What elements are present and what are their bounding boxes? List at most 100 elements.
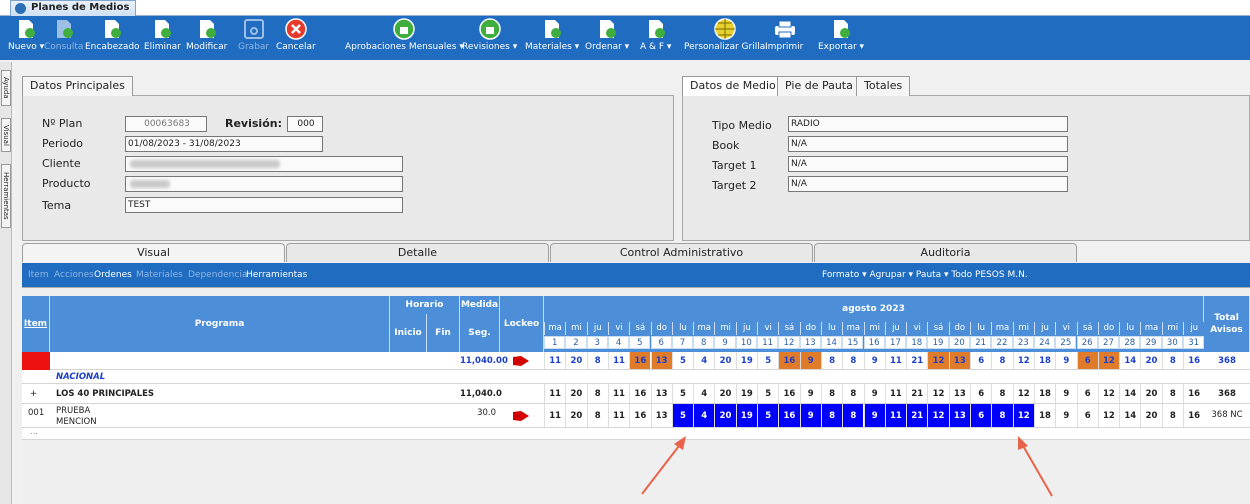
tab-visual[interactable]: Visual bbox=[22, 243, 285, 262]
grid-menu-ordenes[interactable]: Ordenes bbox=[94, 270, 132, 280]
item-row-day-10[interactable]: 19 bbox=[735, 404, 757, 427]
total-row-day-12: 16 bbox=[778, 352, 800, 369]
tab-auditoria[interactable]: Auditoria bbox=[814, 243, 1077, 262]
tipo-medio-field[interactable]: RADIO bbox=[788, 116, 1068, 132]
revisiones-label: Revisiones ▾ bbox=[462, 42, 518, 52]
weekday-5: sá bbox=[629, 322, 650, 335]
item-row-day-14[interactable]: 8 bbox=[820, 404, 843, 427]
header-fin: Fin bbox=[427, 314, 460, 352]
item-row-day-11[interactable]: 5 bbox=[757, 404, 779, 427]
cliente-field[interactable] bbox=[125, 156, 403, 172]
new-doc-icon bbox=[15, 18, 37, 42]
window-tab[interactable]: Planes de Medios bbox=[10, 0, 137, 16]
new-row-ellipsis[interactable]: ... bbox=[30, 425, 38, 439]
item-row-day-7[interactable]: 5 bbox=[671, 404, 694, 427]
item-row-day-2[interactable]: 20 bbox=[565, 404, 586, 427]
item-row-day-13[interactable]: 9 bbox=[799, 404, 821, 427]
day-26: 26 bbox=[1076, 336, 1098, 349]
lock-flag-icon[interactable] bbox=[512, 410, 529, 421]
item-row-day-18[interactable]: 21 bbox=[906, 404, 928, 427]
book-field[interactable]: N/A bbox=[788, 136, 1068, 152]
item-row-day-16[interactable]: 9 bbox=[863, 404, 885, 427]
item-row-day-24[interactable]: 18 bbox=[1033, 404, 1055, 427]
modificar-button[interactable]: Modificar bbox=[186, 18, 227, 58]
group-row-day-1: 11 bbox=[544, 384, 565, 403]
cancel-icon bbox=[285, 18, 307, 42]
item-row-day-12[interactable]: 16 bbox=[778, 404, 800, 427]
exportar-button[interactable]: Exportar ▾ bbox=[818, 18, 864, 58]
nuevo-button[interactable]: Nuevo ▾ bbox=[8, 18, 44, 58]
ordenar-button[interactable]: Ordenar ▾ bbox=[585, 18, 629, 58]
encabezado-button[interactable]: Encabezado bbox=[85, 18, 140, 58]
periodo-label: Periodo bbox=[42, 137, 84, 150]
tab-detalle[interactable]: Detalle bbox=[286, 243, 549, 262]
item-row-day-29[interactable]: 20 bbox=[1140, 404, 1161, 427]
item-row-day-27[interactable]: 12 bbox=[1097, 404, 1119, 427]
tab-datos-medio[interactable]: Datos de Medio bbox=[682, 76, 784, 96]
tab-pie-pauta[interactable]: Pie de Pauta bbox=[777, 76, 861, 96]
tab-datos-principales[interactable]: Datos Principales bbox=[22, 76, 133, 96]
grid-menu-herramientas[interactable]: Herramientas bbox=[246, 270, 307, 280]
item-row-day-9[interactable]: 20 bbox=[714, 404, 736, 427]
header-item[interactable]: Item bbox=[22, 296, 50, 352]
eliminar-button[interactable]: Eliminar bbox=[144, 18, 181, 58]
grid-options-menu[interactable]: Formato ▾ Agrupar ▾ Pauta ▾ Todo PESOS M… bbox=[822, 270, 1028, 280]
item-row-day-21[interactable]: 6 bbox=[970, 404, 992, 427]
item-row-day-19[interactable]: 12 bbox=[927, 404, 949, 427]
tab-totales[interactable]: Totales bbox=[856, 76, 911, 96]
item-row-day-5[interactable]: 16 bbox=[629, 404, 650, 427]
item-row-day-1[interactable]: 11 bbox=[544, 404, 565, 427]
header-programa[interactable]: Programa bbox=[50, 296, 390, 352]
order-icon bbox=[596, 18, 618, 42]
total-row-day-20: 13 bbox=[948, 352, 970, 369]
group-row-day-9: 20 bbox=[714, 384, 735, 403]
consulta-button: Consulta bbox=[44, 18, 83, 58]
day-21: 21 bbox=[970, 336, 992, 349]
total-row-day-19: 12 bbox=[927, 352, 949, 369]
weekday-24: ju bbox=[1033, 322, 1055, 335]
item-row-day-20[interactable]: 13 bbox=[948, 404, 970, 427]
producto-label: Producto bbox=[42, 177, 91, 190]
aprobaciones-button[interactable]: Aprobaciones Mensuales ▾ bbox=[345, 18, 464, 58]
item-row-day-28[interactable]: 14 bbox=[1119, 404, 1140, 427]
personalizar-button[interactable]: Personalizar Grilla bbox=[684, 18, 765, 58]
item-row-day-23[interactable]: 12 bbox=[1012, 404, 1034, 427]
revision-field[interactable]: 000 bbox=[287, 116, 323, 132]
total-row-total: 368 bbox=[1218, 356, 1236, 366]
total-row-day-6: 13 bbox=[650, 352, 672, 369]
ayf-button[interactable]: A & F ▾ bbox=[640, 18, 671, 58]
side-tab-ayuda[interactable]: Ayuda bbox=[1, 70, 11, 106]
day-3: 3 bbox=[586, 336, 608, 349]
cancelar-button[interactable]: Cancelar bbox=[276, 18, 316, 58]
day-2: 2 bbox=[565, 336, 587, 349]
item-row-day-4[interactable]: 11 bbox=[607, 404, 629, 427]
item-row-day-17[interactable]: 11 bbox=[884, 404, 907, 427]
materiales-button[interactable]: Materiales ▾ bbox=[525, 18, 579, 58]
producto-field[interactable] bbox=[125, 176, 403, 192]
item-row-day-6[interactable]: 13 bbox=[650, 404, 672, 427]
day-14: 14 bbox=[820, 336, 843, 349]
imprimir-button[interactable]: Imprimir bbox=[765, 18, 803, 58]
revisiones-button[interactable]: Revisiones ▾ bbox=[462, 18, 517, 58]
personalizar-label: Personalizar Grilla bbox=[684, 42, 766, 52]
weekday-4: vi bbox=[607, 322, 629, 335]
item-row-day-31[interactable]: 16 bbox=[1183, 404, 1204, 427]
total-row-day-17: 11 bbox=[884, 352, 906, 369]
item-row-day-22[interactable]: 8 bbox=[991, 404, 1013, 427]
side-tab-visual[interactable]: Visual bbox=[1, 118, 11, 152]
day-6: 6 bbox=[650, 336, 672, 349]
tema-field[interactable]: TEST bbox=[125, 197, 403, 213]
side-tab-herramientas[interactable]: Herramientas bbox=[1, 164, 11, 228]
weekday-20: do bbox=[948, 322, 970, 335]
item-row-day-15[interactable]: 8 bbox=[842, 404, 864, 427]
tab-control-administrativo[interactable]: Control Administrativo bbox=[550, 243, 813, 262]
item-row-day-8[interactable]: 4 bbox=[693, 404, 715, 427]
target2-field[interactable]: N/A bbox=[788, 176, 1068, 192]
periodo-field[interactable]: 01/08/2023 - 31/08/2023 bbox=[125, 136, 323, 152]
expand-toggle[interactable]: + bbox=[30, 387, 37, 401]
item-row-day-3[interactable]: 8 bbox=[586, 404, 608, 427]
item-row-day-26[interactable]: 6 bbox=[1076, 404, 1098, 427]
target1-field[interactable]: N/A bbox=[788, 156, 1068, 172]
item-row-day-25[interactable]: 9 bbox=[1055, 404, 1076, 427]
item-row-day-30[interactable]: 8 bbox=[1161, 404, 1183, 427]
